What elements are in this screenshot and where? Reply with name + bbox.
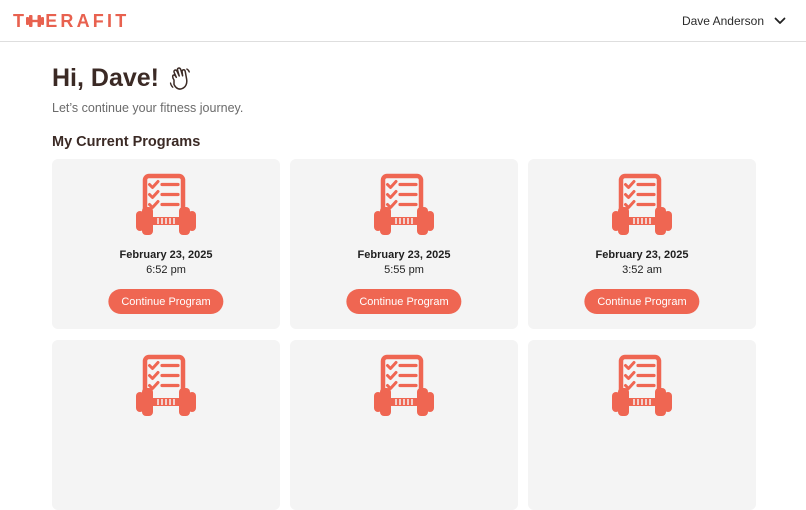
program-date: February 23, 2025 [119,249,213,261]
greeting: Hi, Dave! [52,64,191,93]
top-header: T ERAFIT Dave Anderson [0,0,806,42]
user-name: Dave Anderson [681,14,764,28]
page-subtitle: Let’s continue your fitness journey. [52,101,244,115]
continue-program-button[interactable]: Continue Program [108,289,224,314]
program-time: 5:55 pm [384,264,424,276]
page-title: Hi, Dave! [52,64,159,92]
program-checklist-dumbbell-icon [372,354,436,418]
program-card [528,340,756,510]
user-menu[interactable]: Dave Anderson [682,11,786,31]
program-checklist-dumbbell-icon [134,173,198,237]
continue-program-button[interactable]: Continue Program [346,289,462,314]
program-checklist-dumbbell-icon [372,173,436,237]
chevron-down-icon[interactable] [774,17,786,25]
continue-program-button[interactable]: Continue Program [584,289,700,314]
program-card [290,340,518,510]
waving-hand-icon [169,66,190,90]
logo-text: ERAFIT [45,10,130,31]
program-time: 3:52 am [622,264,662,276]
programs-grid: February 23, 2025 6:52 pm Continue Progr… [52,159,756,510]
dumbbell-icon [26,15,45,27]
section-title: My Current Programs [52,134,201,150]
program-card: February 23, 2025 5:55 pm Continue Progr… [290,159,518,329]
program-card: February 23, 2025 3:52 am Continue Progr… [528,159,756,329]
program-card: February 23, 2025 6:52 pm Continue Progr… [52,159,280,329]
program-checklist-dumbbell-icon [610,173,674,237]
program-time: 6:52 pm [146,264,186,276]
program-date: February 23, 2025 [357,249,451,261]
program-checklist-dumbbell-icon [134,354,198,418]
logo-letter-t: T [13,10,28,31]
program-card [52,340,280,510]
therafit-logo[interactable]: T ERAFIT [13,10,129,32]
program-date: February 23, 2025 [595,249,689,261]
program-checklist-dumbbell-icon [610,354,674,418]
